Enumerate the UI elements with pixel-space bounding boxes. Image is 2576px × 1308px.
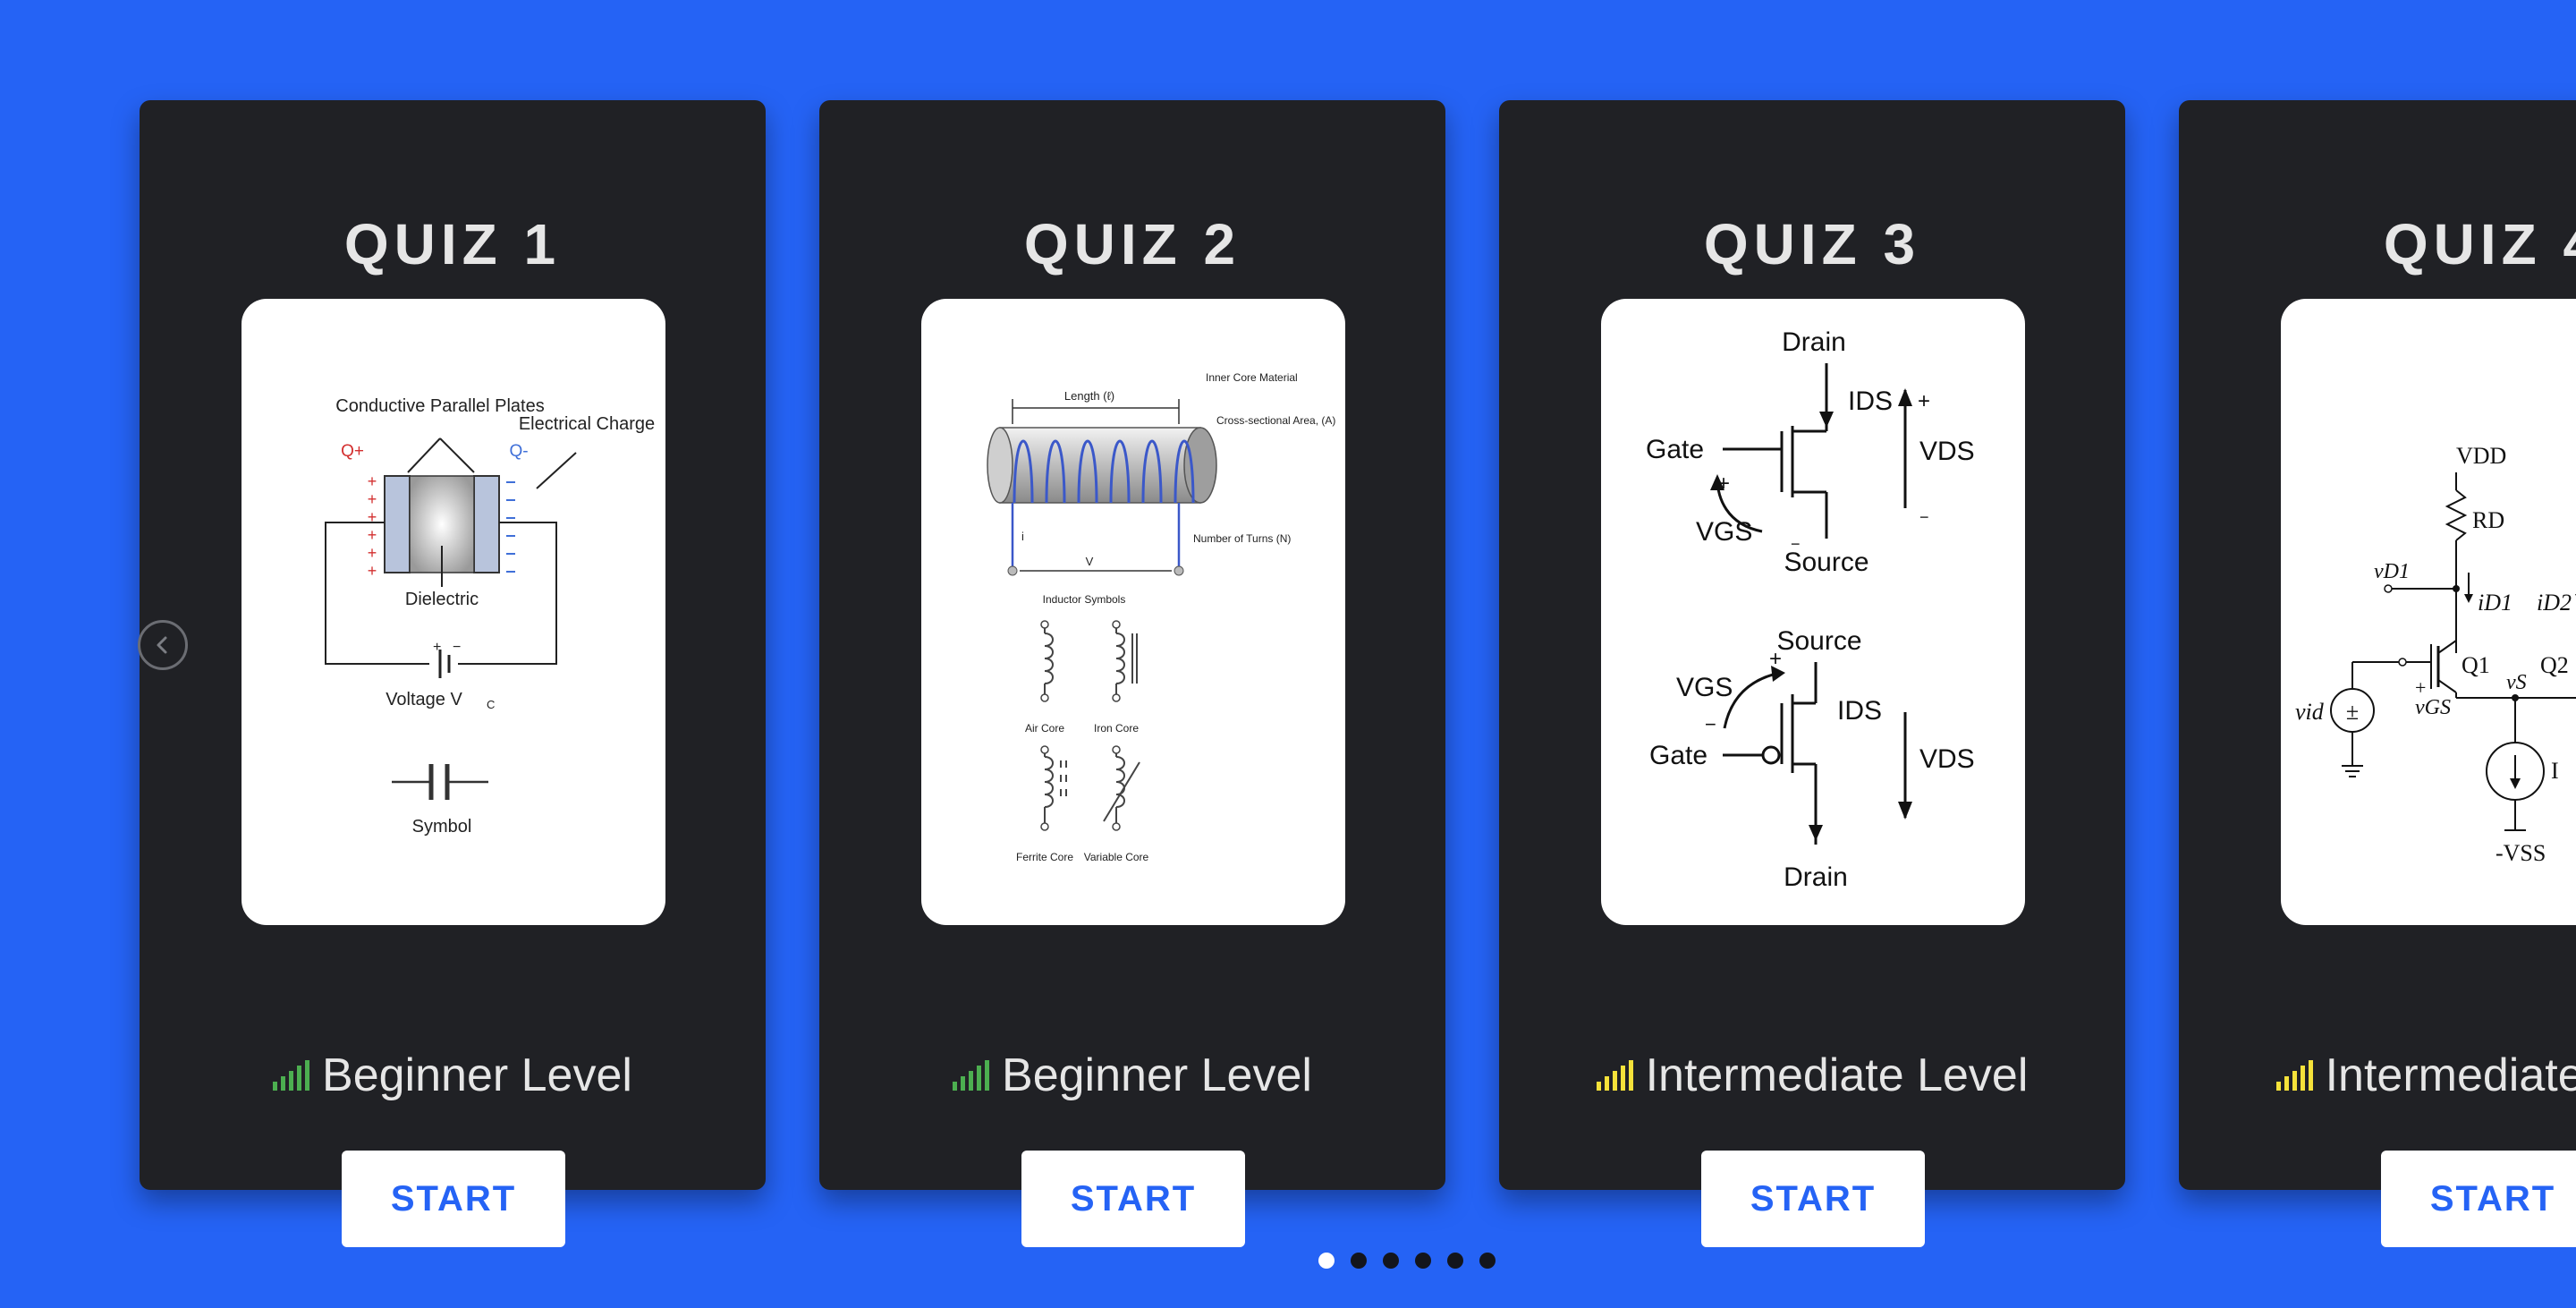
inductor-diagram: Length (ℓ) Inner Core Material Cross-sec… xyxy=(921,299,1345,925)
level-label: Beginner Level xyxy=(322,1049,632,1101)
svg-text:IDS: IDS xyxy=(1837,696,1882,726)
difficulty-level: Intermediate Level xyxy=(1499,1049,2125,1102)
svg-text:I: I xyxy=(2551,758,2559,784)
svg-text:vS: vS xyxy=(2506,671,2527,694)
quiz-card-4: QUIZ 4 VDD RD iD1 vD1 Q1 xyxy=(2179,100,2576,1247)
svg-text:i: i xyxy=(1021,530,1024,543)
level-label: Intermediate Level xyxy=(2325,1049,2576,1101)
svg-text:VGS: VGS xyxy=(1676,673,1733,702)
svg-text:Inner Core Material: Inner Core Material xyxy=(1206,371,1298,384)
svg-text:VDS: VDS xyxy=(1919,437,1975,466)
pagination-dot-3[interactable] xyxy=(1383,1253,1399,1269)
svg-text:-VSS: -VSS xyxy=(2496,840,2546,866)
svg-text:+: + xyxy=(368,472,377,490)
svg-text:+: + xyxy=(1918,389,1930,413)
svg-text:IDS: IDS xyxy=(1848,386,1893,416)
svg-text:+: + xyxy=(368,490,377,508)
svg-text:iD1: iD1 xyxy=(2478,590,2512,616)
mosfet-diagram: Drain Gate IDS + VDS − + VGS − Source So… xyxy=(1601,299,2025,925)
svg-text:Inductor Symbols: Inductor Symbols xyxy=(1043,593,1126,606)
svg-text:Conductive Parallel Plates: Conductive Parallel Plates xyxy=(335,396,544,416)
difficulty-level: Beginner Level xyxy=(819,1049,1445,1102)
svg-text:vD1: vD1 xyxy=(2374,560,2410,583)
svg-text:Q+: Q+ xyxy=(341,442,364,461)
svg-text:Length (ℓ): Length (ℓ) xyxy=(1064,389,1114,403)
quiz-title: QUIZ 1 xyxy=(343,212,562,276)
svg-text:VGS: VGS xyxy=(1696,517,1752,547)
svg-text:±: ± xyxy=(2346,699,2359,725)
chevron-left-icon xyxy=(157,636,167,654)
pagination-dot-6[interactable] xyxy=(1479,1253,1496,1269)
svg-text:vGS: vGS xyxy=(2415,696,2451,719)
svg-text:Source: Source xyxy=(1776,626,1861,656)
quiz-card-3: QUIZ 3 Drain Gate IDS + VDS − + VGS − So… xyxy=(1499,100,2125,1247)
svg-text:Electrical Charge: Electrical Charge xyxy=(519,414,655,434)
svg-text:+: + xyxy=(368,544,377,562)
svg-text:+: + xyxy=(433,640,441,655)
svg-text:vid: vid xyxy=(2295,699,2325,725)
pagination-dot-4[interactable] xyxy=(1415,1253,1431,1269)
svg-text:−: − xyxy=(1919,508,1929,526)
capacitor-diagram: Conductive Parallel Plates Electrical Ch… xyxy=(242,299,665,925)
start-quiz-button[interactable]: START xyxy=(342,1151,565,1247)
svg-text:+: + xyxy=(1769,647,1782,671)
svg-text:Gate: Gate xyxy=(1646,435,1704,464)
svg-text:Ferrite Core: Ferrite Core xyxy=(1016,851,1073,863)
signal-bars-icon xyxy=(273,1060,310,1091)
quiz-card-1: QUIZ 1 Conductive Parallel Plates Electr… xyxy=(140,100,766,1247)
svg-text:Cross-sectional Area, (A): Cross-sectional Area, (A) xyxy=(1216,414,1335,427)
level-label: Beginner Level xyxy=(1002,1049,1312,1101)
svg-text:VDD: VDD xyxy=(2456,443,2506,469)
quiz-title: QUIZ 2 xyxy=(1023,212,1241,276)
svg-text:Drain: Drain xyxy=(1784,862,1848,892)
differential-pair-diagram: VDD RD iD1 vD1 Q1 ± vid + vGS vS I -VSS … xyxy=(2281,299,2576,925)
difficulty-level: Beginner Level xyxy=(140,1049,766,1102)
pagination-dot-5[interactable] xyxy=(1447,1253,1463,1269)
svg-text:C: C xyxy=(487,698,495,711)
svg-text:+: + xyxy=(368,526,377,544)
svg-text:Source: Source xyxy=(1784,548,1868,577)
quiz-card-2: QUIZ 2 Length (ℓ) Inner Core Material Cr… xyxy=(819,100,1445,1247)
signal-bars-icon xyxy=(953,1060,990,1091)
svg-text:Drain: Drain xyxy=(1782,327,1846,357)
svg-text:Dielectric: Dielectric xyxy=(405,590,479,609)
signal-bars-icon xyxy=(1596,1060,1633,1091)
carousel-prev-button[interactable] xyxy=(138,620,188,670)
svg-text:+: + xyxy=(368,562,377,580)
svg-text:Q-: Q- xyxy=(509,442,528,461)
start-quiz-button[interactable]: START xyxy=(1701,1151,1925,1247)
quiz-title: QUIZ 4 xyxy=(2383,212,2576,276)
quiz-title: QUIZ 3 xyxy=(1703,212,1921,276)
level-label: Intermediate Level xyxy=(1645,1049,2029,1101)
difficulty-level: Intermediate Level xyxy=(2179,1049,2576,1102)
svg-text:Voltage V: Voltage V xyxy=(386,690,462,709)
svg-text:−: − xyxy=(1705,713,1716,735)
svg-text:Variable Core: Variable Core xyxy=(1084,851,1149,863)
svg-text:Gate: Gate xyxy=(1649,741,1707,770)
svg-text:Iron Core: Iron Core xyxy=(1094,722,1139,735)
svg-text:V: V xyxy=(1086,555,1094,568)
carousel-pagination xyxy=(1318,1253,1496,1269)
svg-text:VDS: VDS xyxy=(1919,744,1975,774)
svg-text:Q2: Q2 xyxy=(2540,652,2569,678)
start-quiz-button[interactable]: START xyxy=(1021,1151,1245,1247)
svg-text:Q1: Q1 xyxy=(2462,652,2490,678)
quiz-carousel: QUIZ 1 Conductive Parallel Plates Electr… xyxy=(0,0,2576,1308)
svg-text:Number of Turns (N): Number of Turns (N) xyxy=(1193,532,1291,545)
pagination-dot-2[interactable] xyxy=(1351,1253,1367,1269)
pagination-dot-1[interactable] xyxy=(1318,1253,1335,1269)
signal-bars-icon xyxy=(2275,1060,2313,1091)
svg-text:Air Core: Air Core xyxy=(1025,722,1064,735)
svg-text:Symbol: Symbol xyxy=(412,817,472,837)
svg-text:iD2: iD2 xyxy=(2537,590,2572,616)
svg-text:−: − xyxy=(453,640,461,655)
svg-text:RD: RD xyxy=(2472,507,2504,533)
start-quiz-button[interactable]: START xyxy=(2381,1151,2576,1247)
